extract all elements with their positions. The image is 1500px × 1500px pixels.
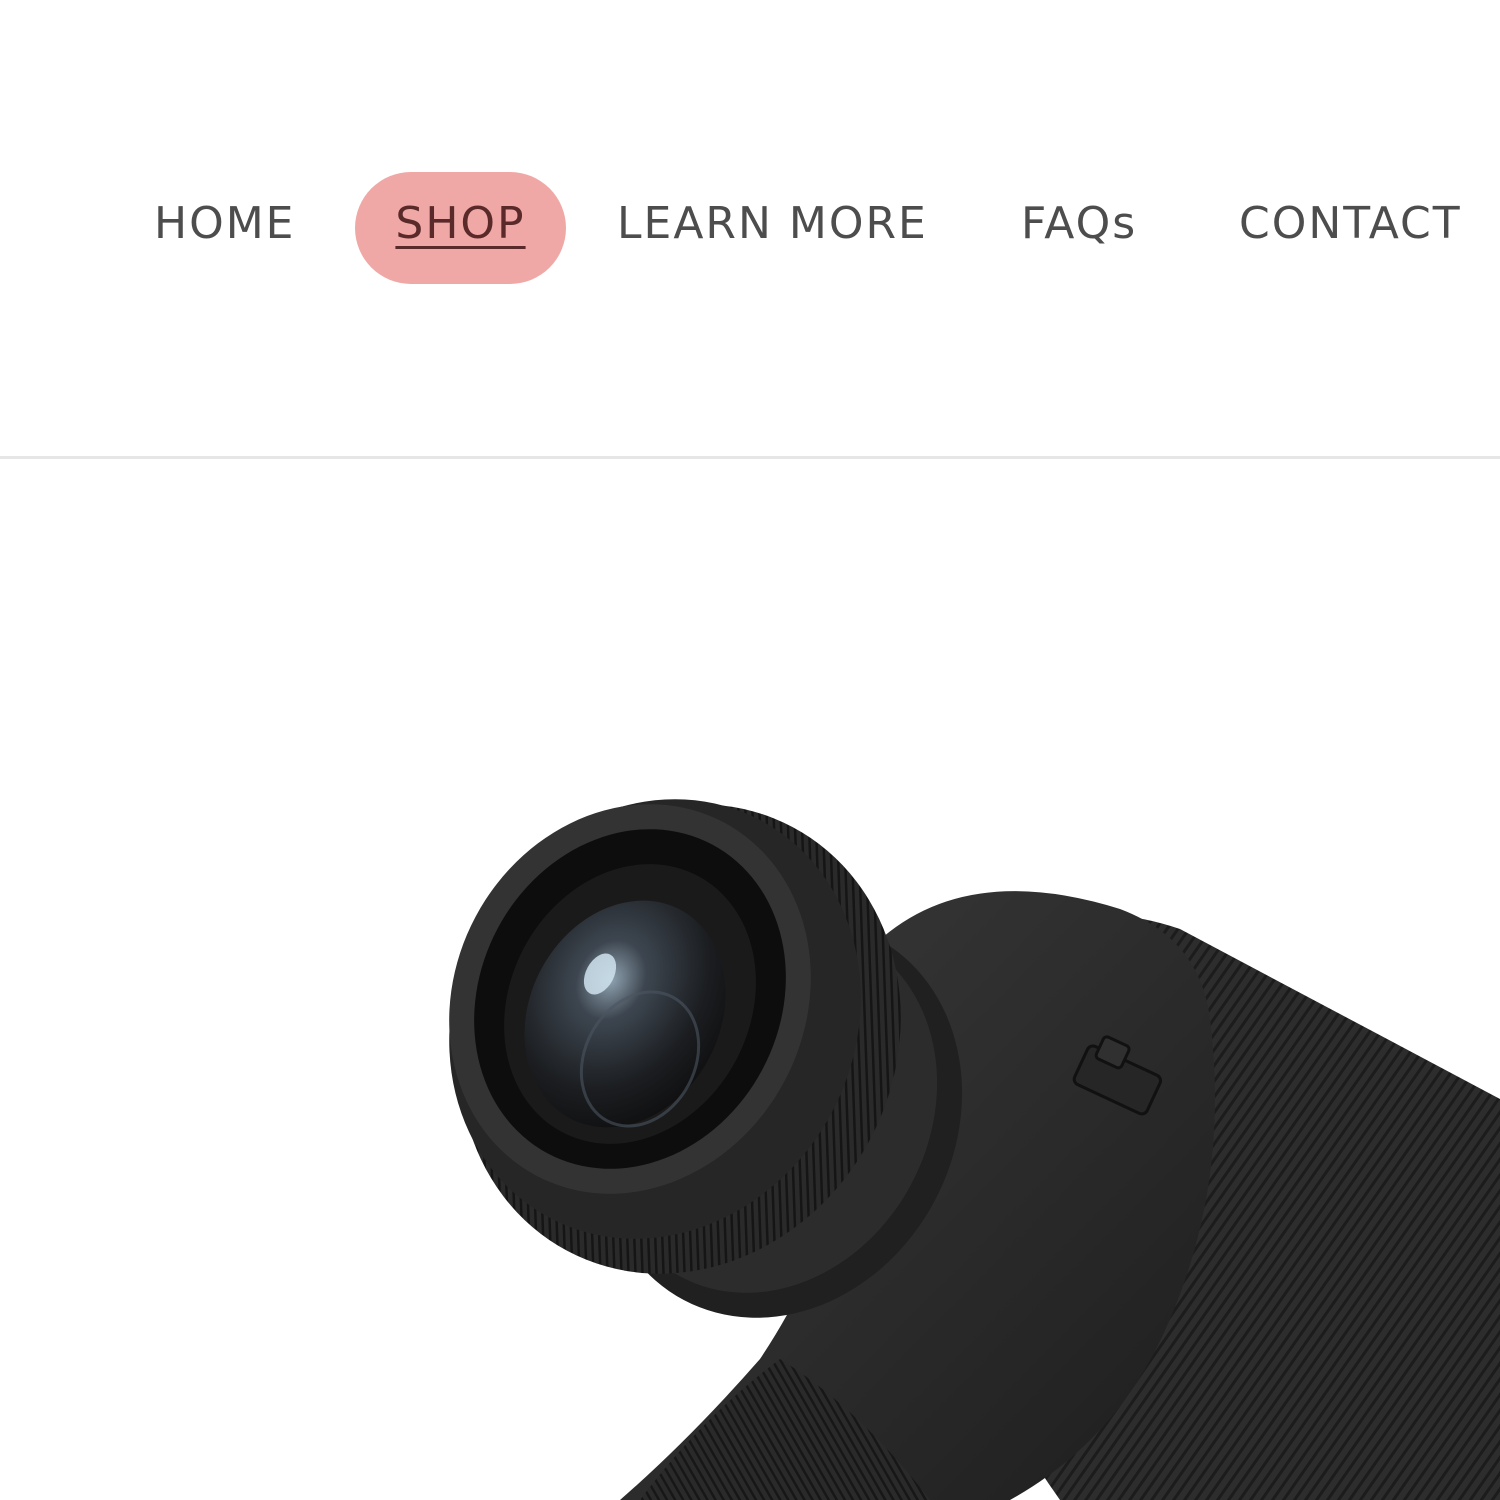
nav-item-shop-label: SHOP bbox=[395, 198, 526, 249]
nav-item-home[interactable]: HOME bbox=[154, 172, 295, 284]
nav-item-learn-more[interactable]: LEARN MORE bbox=[617, 172, 928, 284]
nav-item-faqs[interactable]: FAQs bbox=[1021, 172, 1137, 284]
nav-item-contact[interactable]: CONTACT bbox=[1239, 172, 1462, 284]
site-header: HOME SHOP LEARN MORE FAQs CONTACT bbox=[0, 0, 1500, 458]
hero-section bbox=[0, 459, 1500, 1500]
nav-item-shop[interactable]: SHOP bbox=[355, 172, 566, 284]
main-navigation: HOME SHOP LEARN MORE FAQs CONTACT bbox=[0, 172, 1500, 284]
page: HOME SHOP LEARN MORE FAQs CONTACT bbox=[0, 0, 1500, 1500]
camera-lens-product-icon bbox=[449, 799, 1500, 1500]
